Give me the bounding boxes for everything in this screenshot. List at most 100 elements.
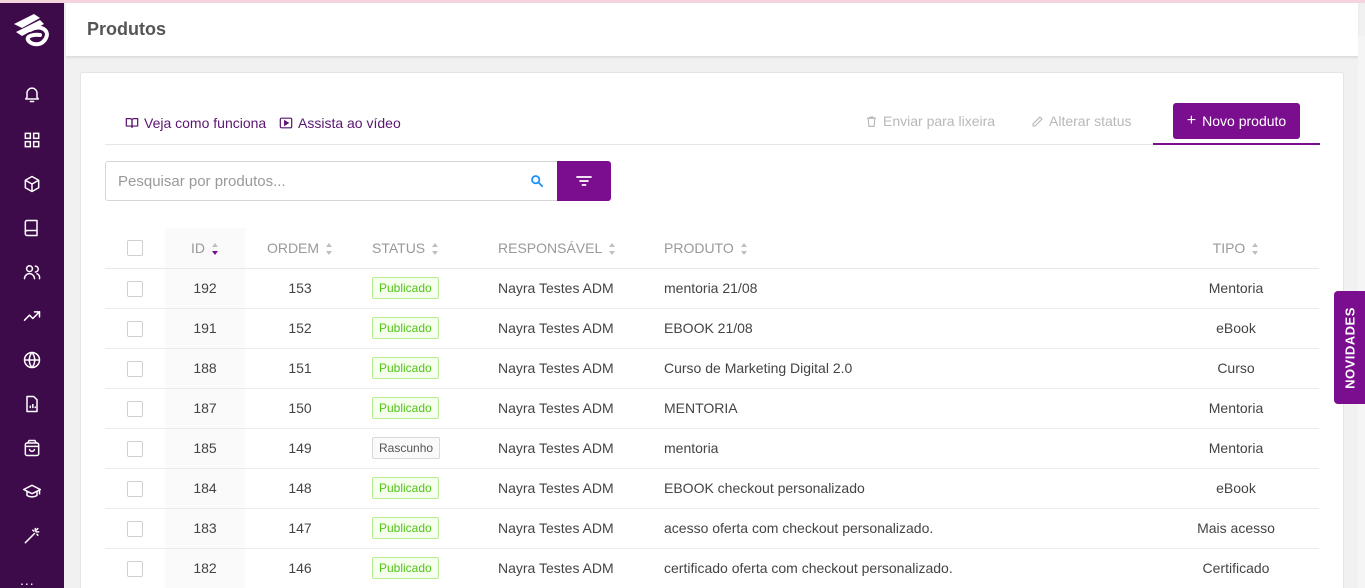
cell-ordem: 149 [245, 428, 355, 469]
cell-id: 187 [165, 388, 245, 429]
table-row[interactable]: 185 149 Rascunho Nayra Testes ADM mentor… [105, 428, 1319, 469]
cell-responsavel: Nayra Testes ADM [487, 428, 653, 469]
table-header-row: ID ORDEM STATUS RESPONSÁVEL PRODUTO TIPO [105, 228, 1319, 269]
globe-icon[interactable] [20, 348, 44, 372]
more-menu-icon[interactable]: ... [20, 572, 35, 588]
cell-status: Publicado [355, 508, 487, 549]
cell-ordem: 153 [245, 268, 355, 309]
watch-video-link[interactable]: Assista ao vídeo [279, 115, 401, 131]
row-select-cell [105, 468, 165, 509]
change-status-button[interactable]: Alterar status [1031, 113, 1131, 129]
table-row[interactable]: 187 150 Publicado Nayra Testes ADM MENTO… [105, 388, 1319, 429]
report-icon[interactable] [20, 392, 44, 416]
products-table: ID ORDEM STATUS RESPONSÁVEL PRODUTO TIPO… [105, 228, 1319, 588]
table-row[interactable]: 182 146 Publicado Nayra Testes ADM certi… [105, 548, 1319, 588]
cell-responsavel: Nayra Testes ADM [487, 348, 653, 389]
cell-responsavel: Nayra Testes ADM [487, 468, 653, 509]
watch-video-label: Assista ao vídeo [298, 115, 401, 131]
row-checkbox[interactable] [127, 360, 143, 377]
cell-produto[interactable]: EBOOK 21/08 [653, 308, 1153, 349]
novidades-tab[interactable]: NOVIDADES [1334, 291, 1365, 404]
status-badge: Publicado [372, 517, 439, 539]
sort-icon [326, 242, 333, 255]
book-icon[interactable] [20, 216, 44, 240]
trash-button[interactable]: Enviar para lixeira [865, 113, 995, 129]
page-header: Produtos [66, 3, 1358, 57]
users-icon[interactable] [20, 260, 44, 284]
column-responsavel-label: RESPONSÁVEL [498, 239, 603, 256]
table-row[interactable]: 191 152 Publicado Nayra Testes ADM EBOOK… [105, 308, 1319, 349]
cell-ordem: 152 [245, 308, 355, 349]
row-checkbox[interactable] [127, 560, 143, 577]
cell-id: 184 [165, 468, 245, 509]
cell-produto[interactable]: Curso de Marketing Digital 2.0 [653, 348, 1153, 389]
cell-id: 192 [165, 268, 245, 309]
cell-produto[interactable]: acesso oferta com checkout personalizado… [653, 508, 1153, 549]
plus-icon: + [1186, 112, 1197, 129]
status-badge: Publicado [372, 357, 439, 379]
cell-produto[interactable]: EBOOK checkout personalizado [653, 468, 1153, 509]
status-badge: Publicado [372, 557, 439, 579]
cell-tipo: Curso [1153, 348, 1319, 389]
status-badge: Publicado [372, 317, 439, 339]
table-row[interactable]: 192 153 Publicado Nayra Testes ADM mento… [105, 268, 1319, 309]
cell-id: 188 [165, 348, 245, 389]
open-book-icon [125, 118, 139, 128]
cell-tipo: Certificado [1153, 548, 1319, 588]
table-row[interactable]: 183 147 Publicado Nayra Testes ADM acess… [105, 508, 1319, 549]
how-it-works-label: Veja como funciona [144, 115, 267, 131]
select-all-checkbox[interactable] [127, 240, 143, 257]
cell-responsavel: Nayra Testes ADM [487, 268, 653, 309]
status-badge: Rascunho [372, 437, 441, 459]
row-select-cell [105, 268, 165, 309]
row-checkbox[interactable] [127, 440, 143, 457]
bag-icon[interactable] [20, 436, 44, 460]
sidebar: ... [0, 0, 64, 588]
bell-icon[interactable] [20, 82, 44, 106]
row-checkbox[interactable] [127, 320, 143, 337]
logo[interactable] [10, 8, 54, 52]
sort-icon [1252, 242, 1259, 255]
column-ordem-label: ORDEM [266, 239, 320, 256]
search-input[interactable] [106, 162, 521, 200]
cell-tipo: Mentoria [1153, 428, 1319, 469]
row-checkbox[interactable] [127, 480, 143, 497]
select-all-cell [105, 228, 165, 269]
filter-button[interactable] [557, 161, 611, 201]
graduation-icon[interactable] [20, 480, 44, 504]
column-produto[interactable]: PRODUTO [653, 228, 1153, 269]
grid-icon[interactable] [20, 128, 44, 152]
search-icon[interactable] [530, 174, 544, 188]
top-accent-line [0, 0, 1365, 3]
column-id[interactable]: ID [165, 228, 245, 269]
column-tipo[interactable]: TIPO [1153, 228, 1319, 269]
cell-produto[interactable]: mentoria [653, 428, 1153, 469]
cell-status: Publicado [355, 268, 487, 309]
trash-label: Enviar para lixeira [883, 113, 996, 129]
column-responsavel[interactable]: RESPONSÁVEL [487, 228, 653, 269]
row-select-cell [105, 508, 165, 549]
row-checkbox[interactable] [127, 400, 143, 417]
sort-icon [740, 242, 747, 255]
trending-icon[interactable] [20, 304, 44, 328]
how-it-works-link[interactable]: Veja como funciona [125, 115, 266, 131]
cell-id: 182 [165, 548, 245, 588]
magic-wand-icon[interactable] [20, 524, 44, 548]
cell-produto[interactable]: certificado oferta com checkout personal… [653, 548, 1153, 588]
cell-tipo: Mais acesso [1153, 508, 1319, 549]
cell-produto[interactable]: mentoria 21/08 [653, 268, 1153, 309]
video-icon [279, 117, 293, 129]
row-select-cell [105, 428, 165, 469]
table-row[interactable]: 184 148 Publicado Nayra Testes ADM EBOOK… [105, 468, 1319, 509]
column-ordem[interactable]: ORDEM [245, 228, 355, 269]
cell-ordem: 150 [245, 388, 355, 429]
column-status[interactable]: STATUS [355, 228, 487, 269]
row-checkbox[interactable] [127, 520, 143, 537]
column-produto-label: PRODUTO [664, 239, 734, 256]
box-icon[interactable] [20, 172, 44, 196]
cell-produto[interactable]: MENTORIA [653, 388, 1153, 429]
row-select-cell [105, 348, 165, 389]
new-product-button[interactable]: + Novo produto [1173, 103, 1300, 139]
table-row[interactable]: 188 151 Publicado Nayra Testes ADM Curso… [105, 348, 1319, 389]
row-checkbox[interactable] [127, 280, 143, 297]
